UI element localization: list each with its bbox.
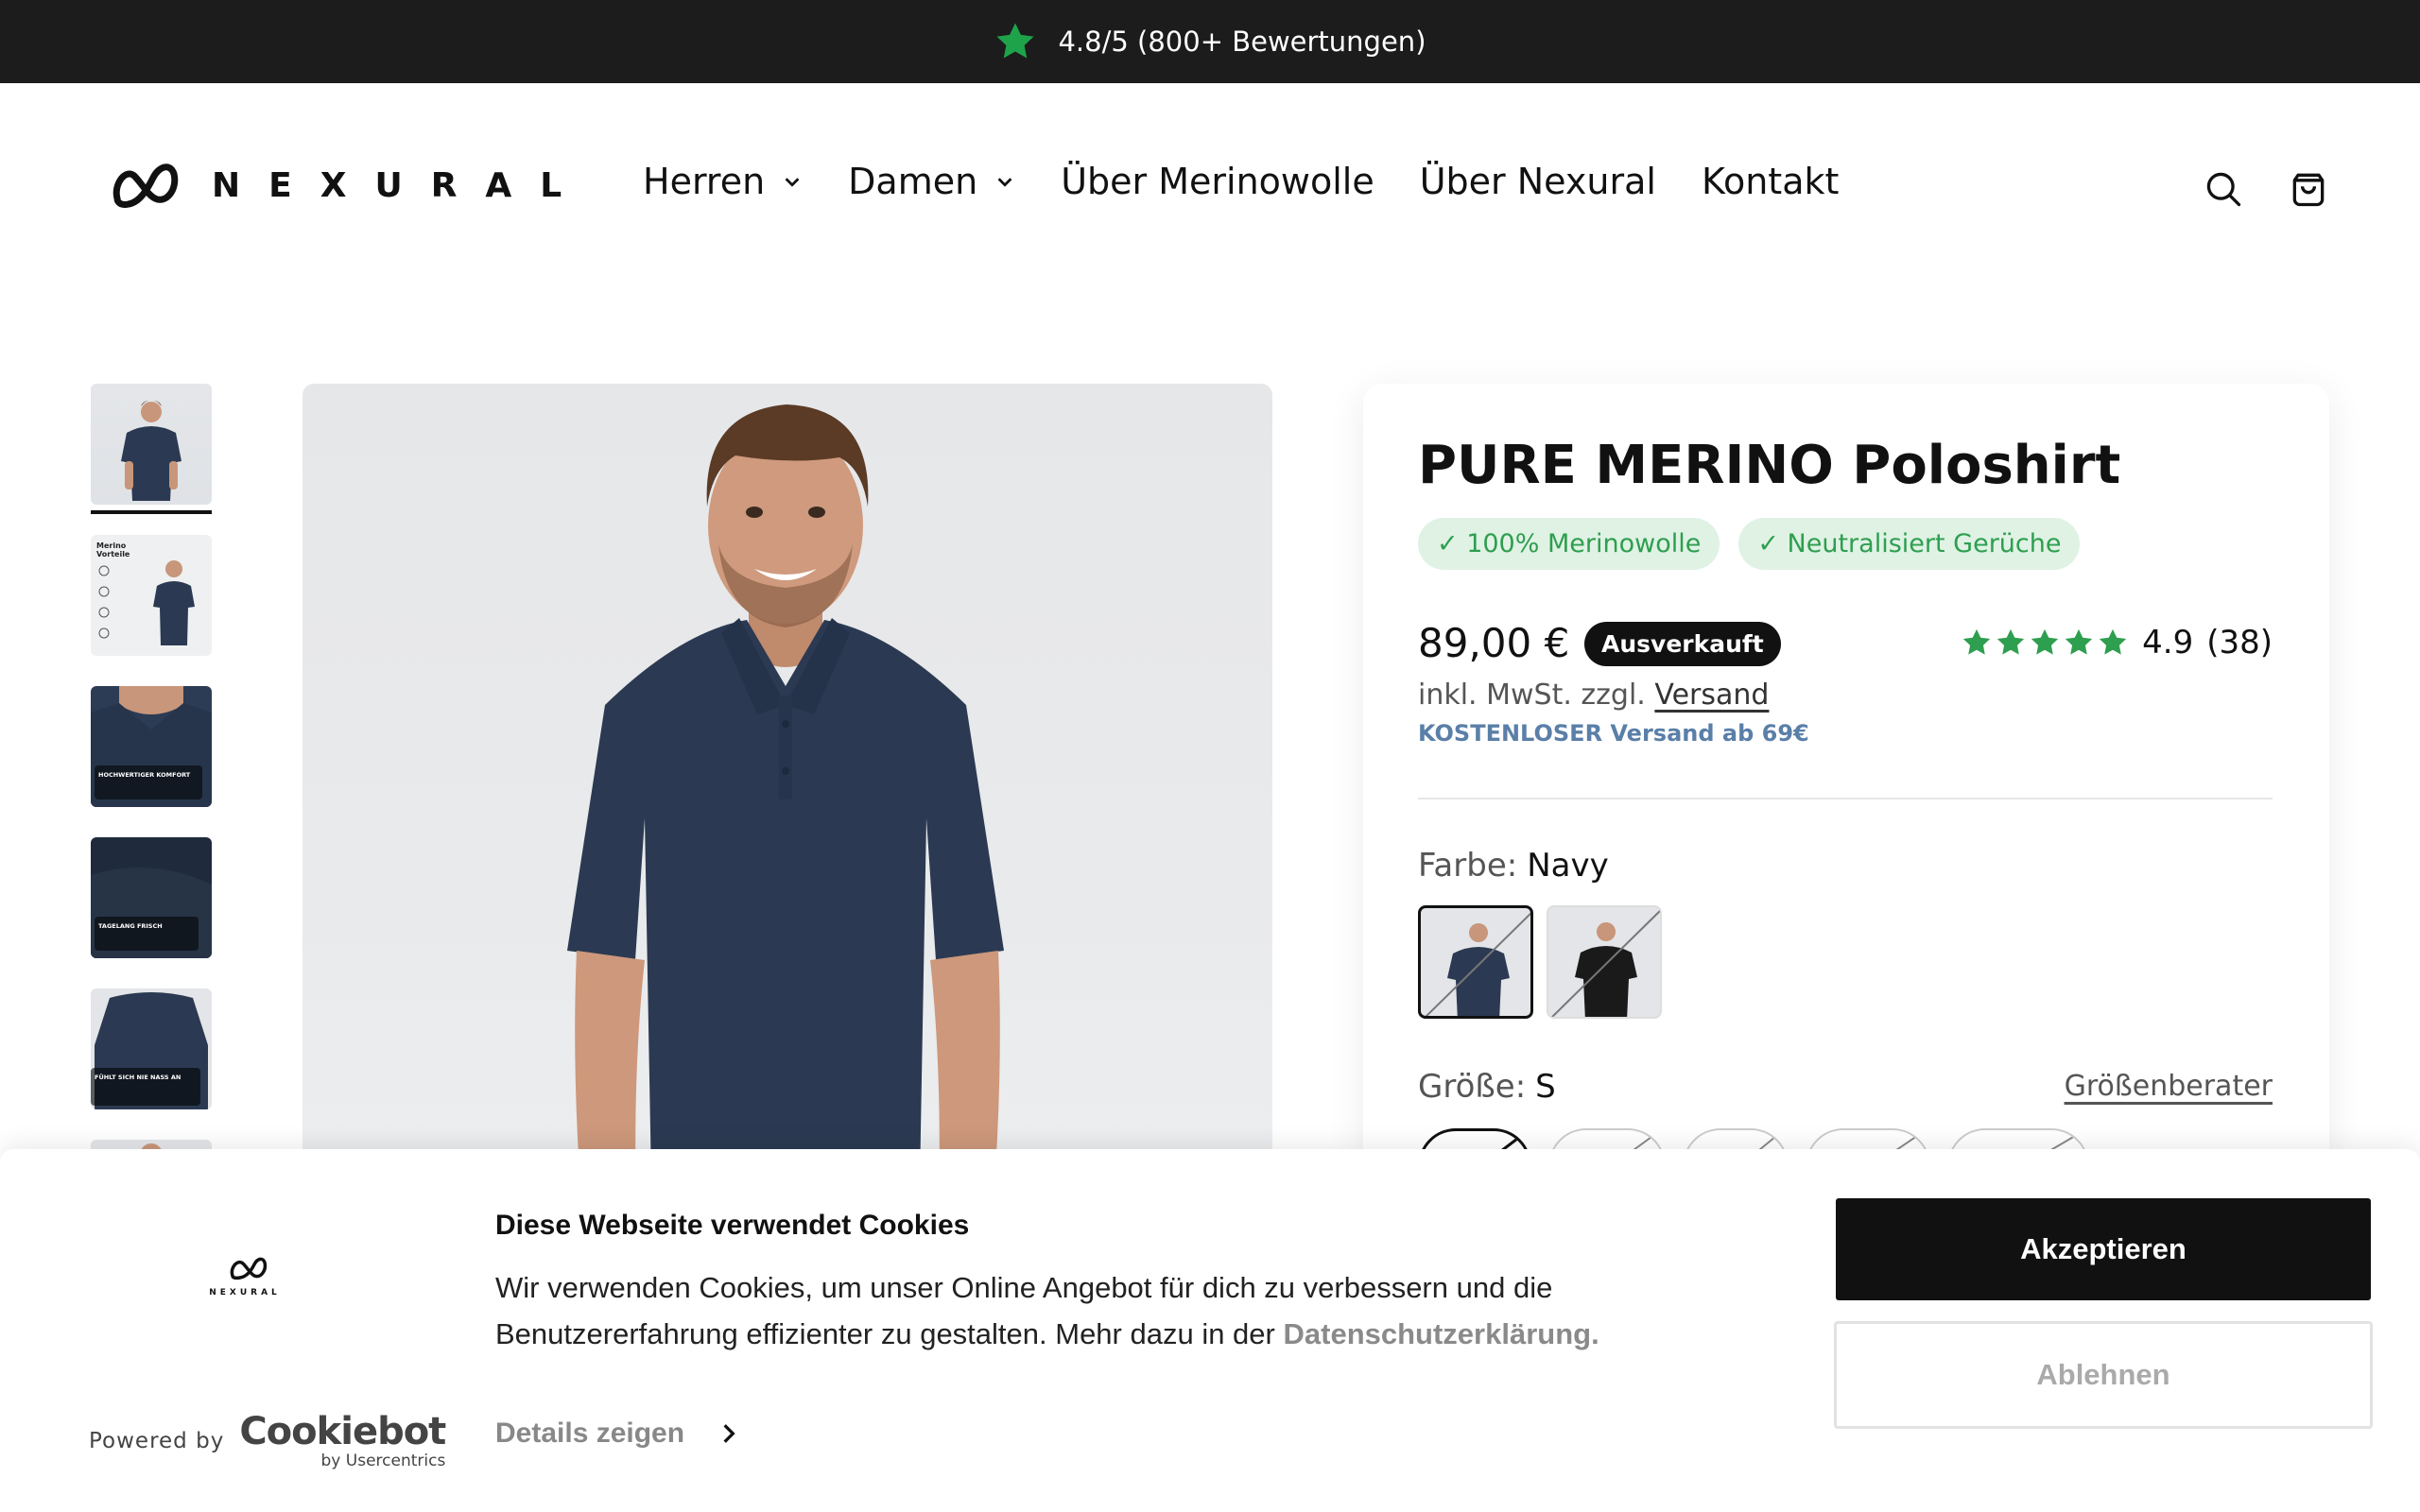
size-label-text: Größe:	[1418, 1068, 1527, 1106]
product-rating[interactable]: 4.9 (38)	[1961, 624, 2273, 662]
color-label-text: Farbe:	[1418, 847, 1518, 885]
thumbnail-fabric-detail[interactable]: TAGELANG FRISCH	[91, 837, 212, 958]
rating-value: 4.9	[2142, 624, 2194, 662]
star-icon	[1996, 628, 2025, 655]
product-info-card: PURE MERINO Poloshirt ✓ 100% Merinowolle…	[1363, 384, 2329, 1234]
active-thumbnail-indicator	[91, 510, 212, 514]
size-label: Größe: S	[1418, 1068, 1556, 1106]
thumbnail-caption: TAGELANG FRISCH	[98, 922, 163, 930]
star-icon	[2065, 628, 2093, 655]
badge-odor: ✓ Neutralisiert Gerüche	[1738, 518, 2081, 570]
color-value: Navy	[1527, 847, 1609, 885]
model-image	[121, 400, 182, 501]
star-icon	[2099, 628, 2127, 655]
main-nav: Herren Damen Über Merinowolle Über Nexur…	[643, 161, 1839, 202]
badge-merino: ✓ 100% Merinowolle	[1418, 518, 1720, 570]
accept-button[interactable]: Akzeptieren	[1836, 1198, 2371, 1300]
nav-label: Über Nexural	[1419, 161, 1656, 202]
logo-wordmark: NEXURAL	[212, 165, 591, 205]
search-icon[interactable]	[2203, 168, 2244, 210]
nav-label: Über Merinowolle	[1061, 161, 1374, 202]
color-swatch-navy[interactable]	[1418, 905, 1533, 1019]
tax-prefix: inkl. MwSt. zzgl.	[1418, 679, 1646, 712]
powered-by-text: Powered by	[89, 1429, 225, 1453]
thumbnail-model-front[interactable]	[91, 384, 212, 505]
color-swatches	[1418, 905, 1662, 1019]
thumbnail-merino-benefits[interactable]: Merino Vorteile	[91, 535, 212, 656]
nav-label: Damen	[848, 161, 978, 202]
powered-by[interactable]: Powered by Cookiebot by Usercentrics	[89, 1410, 446, 1470]
details-label: Details zeigen	[495, 1418, 685, 1449]
svg-text:Vorteile: Vorteile	[96, 550, 130, 558]
svg-text:Merino: Merino	[96, 541, 127, 550]
chevron-down-icon	[997, 178, 1012, 187]
nav-item-damen[interactable]: Damen	[848, 161, 1015, 202]
cookie-banner: NEXURAL Powered by Cookiebot by Usercent…	[0, 1149, 2420, 1512]
color-label: Farbe: Navy	[1418, 847, 1609, 885]
nav-item-merinowolle[interactable]: Über Merinowolle	[1061, 161, 1374, 202]
cookiebot-wordmark: Cookiebot	[239, 1410, 446, 1453]
show-details-button[interactable]: Details zeigen	[495, 1418, 741, 1450]
announcement-text: 4.8/5 (800+ Bewertungen)	[1058, 26, 1426, 58]
star-icon	[1962, 628, 1991, 655]
tax-note: inkl. MwSt. zzgl. Versand	[1418, 679, 1769, 712]
color-swatch-black[interactable]	[1547, 905, 1662, 1019]
cookie-logo-text: NEXURAL	[209, 1288, 281, 1297]
size-guide-link[interactable]: Größenberater	[2065, 1070, 2273, 1103]
free-shipping-note: KOSTENLOSER Versand ab 69€	[1418, 720, 1809, 747]
product-price: 89,00 €	[1418, 620, 1570, 666]
cookiebot-subtitle: by Usercentrics	[320, 1452, 446, 1470]
thumbnail-caption: FÜHLT SICH NIE NASS AN	[95, 1073, 181, 1081]
nav-item-nexural[interactable]: Über Nexural	[1420, 161, 1656, 202]
thumbnail-collar-closeup[interactable]: HOCHWERTIGER KOMFORT	[91, 686, 212, 807]
product-title: PURE MERINO Poloshirt	[1418, 435, 2121, 496]
collar-image: HOCHWERTIGER KOMFORT	[91, 686, 212, 807]
privacy-policy-link[interactable]: Datenschutzerklärung.	[1284, 1317, 1599, 1350]
thumbnail-caption: HOCHWERTIGER KOMFORT	[98, 771, 191, 779]
nav-item-kontakt[interactable]: Kontakt	[1702, 161, 1839, 202]
swatch-image	[1550, 909, 1660, 1017]
chevron-down-icon	[785, 178, 800, 187]
site-header: NEXURAL Herren Damen Über Merinowolle Üb…	[0, 83, 2420, 291]
cart-icon[interactable]	[2288, 168, 2329, 210]
cookie-title: Diese Webseite verwendet Cookies	[495, 1210, 970, 1241]
status-badge: Ausverkauft	[1584, 622, 1781, 666]
cookie-brand-logo: NEXURAL	[202, 1247, 287, 1308]
star-icon	[2031, 628, 2059, 655]
chevron-right-icon	[723, 1424, 735, 1443]
benefits-image: Merino Vorteile	[96, 541, 195, 645]
main-product-image[interactable]	[302, 384, 1272, 1234]
shipping-link[interactable]: Versand	[1654, 679, 1769, 712]
nexural-logo-icon	[112, 163, 179, 208]
fabric-image: TAGELANG FRISCH	[91, 868, 212, 958]
size-value: S	[1535, 1068, 1556, 1106]
thumbnail-model-sleeve[interactable]: FÜHLT SICH NIE NASS AN	[91, 988, 212, 1109]
rating-count: (38)	[2206, 624, 2273, 662]
feature-badges: ✓ 100% Merinowolle ✓ Neutralisiert Gerüc…	[1418, 518, 2081, 570]
star-icon	[996, 23, 1035, 59]
star-rating	[1961, 627, 2129, 659]
decline-button[interactable]: Ablehnen	[1834, 1321, 2373, 1429]
divider	[1418, 798, 2273, 799]
swatch-image	[1425, 912, 1530, 1016]
cookiebot-logo: Cookiebot by Usercentrics	[239, 1410, 446, 1470]
logo[interactable]: NEXURAL	[112, 157, 590, 214]
cookie-text: Wir verwenden Cookies, um unser Online A…	[495, 1264, 1724, 1357]
announcement-bar: 4.8/5 (800+ Bewertungen)	[0, 0, 2420, 83]
nexural-logo-icon: NEXURAL	[209, 1257, 281, 1297]
nav-item-herren[interactable]: Herren	[643, 161, 803, 202]
nav-label: Herren	[643, 161, 766, 202]
sleeve-image: FÜHLT SICH NIE NASS AN	[91, 992, 208, 1109]
nav-label: Kontakt	[1701, 161, 1840, 202]
model-photo	[567, 404, 1004, 1234]
